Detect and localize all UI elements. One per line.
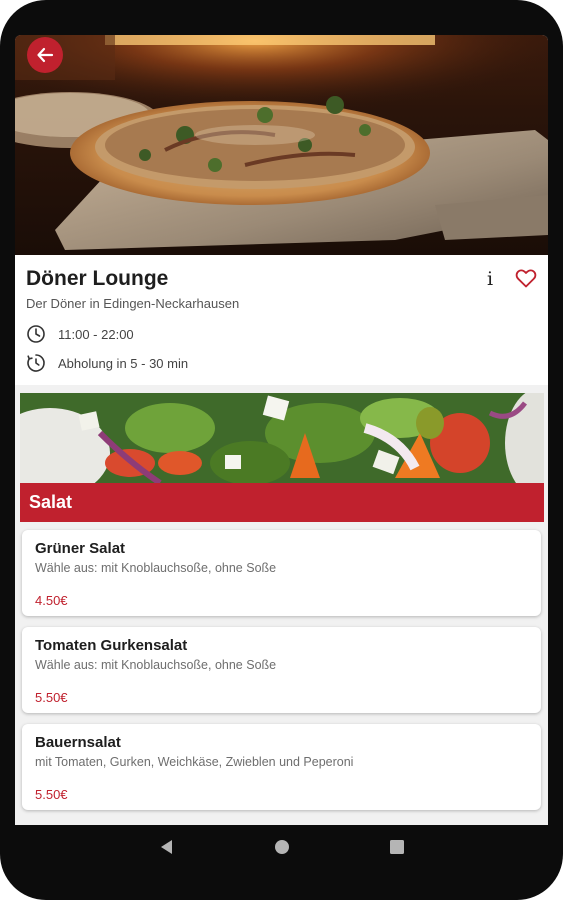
back-button[interactable]: [27, 37, 63, 73]
restaurant-subtitle: Der Döner in Edingen-Neckarhausen: [26, 296, 240, 311]
clock-icon: [27, 325, 45, 343]
square-recents-icon[interactable]: [388, 838, 406, 856]
category-title: Salat: [29, 492, 73, 512]
info-icon[interactable]: i: [481, 267, 499, 291]
salad-photo: [20, 393, 544, 483]
app-screen: Döner Lounge Der Döner in Edingen-Neckar…: [15, 35, 548, 825]
circle-home-icon[interactable]: [273, 838, 291, 856]
arrow-left-icon: [37, 47, 54, 63]
opening-hours-row: 11:00 - 22:00: [26, 324, 134, 344]
restaurant-info-card: Döner Lounge Der Döner in Edingen-Neckar…: [15, 255, 548, 385]
menu-item-name: Tomaten Gurkensalat: [35, 637, 188, 654]
timer-icon: [27, 354, 45, 372]
category-image: [20, 393, 544, 483]
restaurant-name: Döner Lounge: [26, 267, 169, 290]
hero-image: [15, 35, 548, 255]
category-title-bar: Salat: [20, 483, 544, 522]
menu-item-price: 5.50€: [35, 787, 68, 802]
menu-item-card[interactable]: Grüner Salat Wähle aus: mit Knoblauchsoß…: [22, 530, 541, 616]
menu-item-description: Wähle aus: mit Knoblauchsoße, ohne Soße: [35, 561, 277, 575]
device-frame: Döner Lounge Der Döner in Edingen-Neckar…: [0, 0, 563, 900]
pizza-photo: [15, 35, 548, 255]
pickup-time-row: Abholung in 5 - 30 min: [26, 353, 188, 373]
category-header-salat[interactable]: Salat: [20, 393, 544, 522]
opening-hours-text: 11:00 - 22:00: [58, 326, 134, 342]
menu-item-card[interactable]: Bauernsalat mit Tomaten, Gurken, Weichkä…: [22, 724, 541, 810]
menu-item-card[interactable]: Tomaten Gurkensalat Wähle aus: mit Knobl…: [22, 627, 541, 713]
triangle-back-icon[interactable]: [158, 838, 176, 856]
menu-item-name: Grüner Salat: [35, 540, 126, 557]
menu-item-price: 5.50€: [35, 690, 68, 705]
pickup-time-text: Abholung in 5 - 30 min: [58, 355, 189, 371]
menu-item-name: Bauernsalat: [35, 734, 121, 751]
system-navigation-bar: [0, 825, 563, 900]
menu-item-description: Wähle aus: mit Knoblauchsoße, ohne Soße: [35, 658, 277, 672]
menu-item-price: 4.50€: [35, 593, 68, 608]
menu-item-description: mit Tomaten, Gurken, Weichkäse, Zwieblen…: [35, 755, 354, 769]
heart-outline-icon[interactable]: [514, 266, 538, 290]
